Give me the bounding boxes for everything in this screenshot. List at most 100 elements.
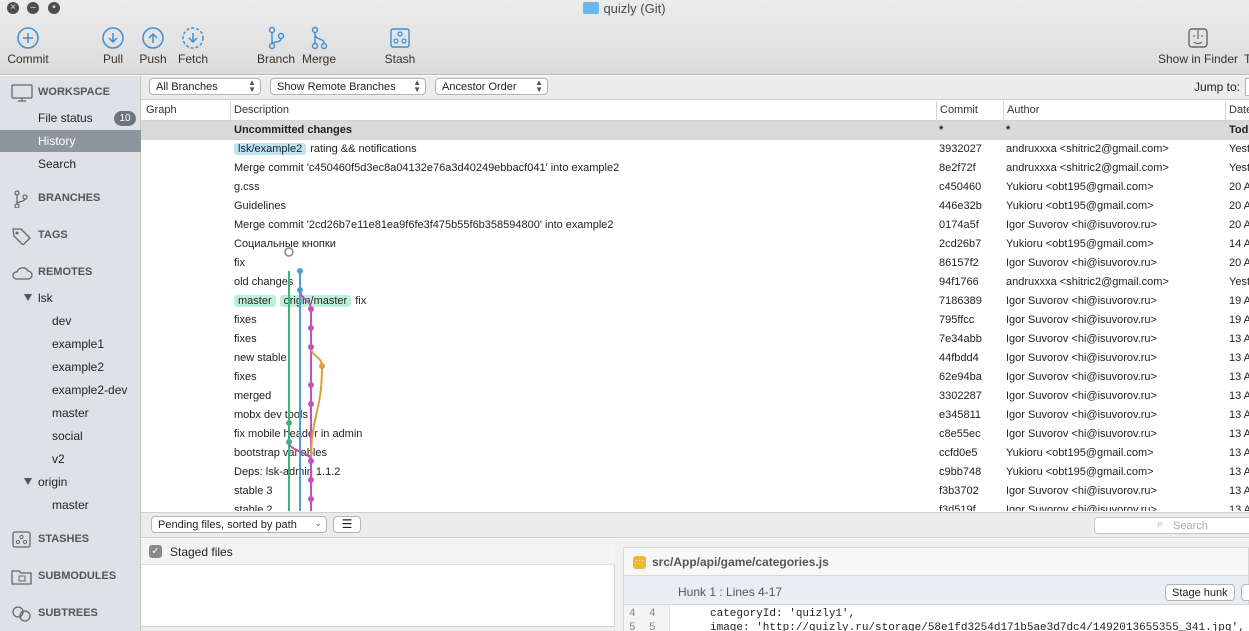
commit-hash: 446e32b [939, 200, 982, 212]
commit-button[interactable]: Commit [6, 26, 50, 66]
commit-node[interactable] [286, 439, 292, 445]
disclosure-triangle-icon[interactable] [24, 294, 32, 301]
remote-branches-select[interactable]: Show Remote Branches ▲ ▼ [270, 78, 426, 95]
commit-node[interactable] [284, 247, 294, 257]
commit-node[interactable] [308, 401, 314, 407]
commit-date: 13 A [1229, 504, 1249, 511]
sidebar-section-stashes[interactable]: STASHES [0, 529, 141, 551]
commit-description: fixes [234, 314, 257, 326]
column-divider[interactable] [230, 101, 231, 121]
sidebar-remote-origin[interactable]: origin [0, 471, 141, 493]
branch-icon [268, 26, 285, 50]
sidebar-section-branches[interactable]: BRANCHES [0, 188, 141, 210]
commit-node[interactable] [308, 382, 314, 388]
sidebar-section-tags[interactable]: TAGS [0, 225, 141, 247]
stage-hunk-button[interactable]: Stage hunk [1165, 584, 1235, 601]
branch-button[interactable]: Branch [256, 26, 296, 66]
sidebar-remote-branch[interactable]: example2-dev [0, 379, 141, 401]
commit-node[interactable] [308, 325, 314, 331]
column-author[interactable]: Author [1007, 104, 1039, 116]
sidebar-section-subtrees[interactable]: SUBTREES [0, 603, 141, 625]
push-button[interactable]: Push [137, 26, 169, 66]
terminal-button[interactable]: T [1244, 26, 1249, 66]
stash-button[interactable]: Stash [382, 26, 418, 66]
commit-node[interactable] [308, 477, 314, 483]
fetch-icon [182, 27, 204, 49]
commit-node[interactable] [308, 458, 314, 464]
column-commit[interactable]: Commit [940, 104, 978, 116]
commit-author: Yukioru <obt195@gmail.com> [1006, 200, 1154, 212]
sidebar-remote-branch[interactable]: example2 [0, 356, 141, 378]
sidebar-remote-branch[interactable]: dev [0, 310, 141, 332]
jump-to-input[interactable] [1245, 78, 1249, 96]
branch-filter-select[interactable]: All Branches ▲ ▼ [149, 78, 261, 95]
unstaged-divider[interactable] [141, 626, 615, 631]
commit-row[interactable]: Merge commit '2cd26b7e11e81ea9f6fe3f475b… [141, 216, 1249, 235]
commit-node[interactable] [308, 306, 314, 312]
sidebar-remote-branch[interactable]: example1 [0, 333, 141, 355]
file-modified-icon: ··· [633, 556, 646, 569]
commit-description: g.css [234, 181, 260, 193]
disclosure-triangle-icon[interactable] [24, 478, 32, 485]
commit-row[interactable]: g.css c450460 Yukioru <obt195@gmail.com> 20… [141, 178, 1249, 197]
sidebar-item-history[interactable]: History [0, 130, 141, 152]
column-graph[interactable]: Graph [146, 104, 177, 116]
discard-hunk-button[interactable] [1241, 584, 1249, 601]
order-select[interactable]: Ancestor Order ▲ ▼ [435, 78, 548, 95]
column-divider[interactable] [1225, 101, 1226, 121]
sidebar-section-workspace[interactable]: WORKSPACE [0, 82, 141, 104]
updown-arrow-icon: ▲ ▼ [413, 78, 421, 94]
commit-hash: 86157f2 [939, 257, 979, 269]
commit-author: Igor Suvorov <hi@isuvorov.ru> [1006, 257, 1157, 269]
commit-row[interactable]: Merge commit 'c450460f5d3ec8a04132e76a3d… [141, 159, 1249, 178]
commit-hash: ccfd0e5 [939, 447, 978, 459]
commit-date: 14 A [1229, 238, 1249, 250]
sidebar-section-remotes[interactable]: REMOTES [0, 262, 141, 284]
sidebar-remote-branch[interactable]: master [0, 494, 141, 516]
commit-node[interactable] [308, 496, 314, 502]
branch-icon [14, 190, 28, 208]
sidebar-remote-branch[interactable]: social [0, 425, 141, 447]
commit-node[interactable] [308, 344, 314, 350]
commit-node[interactable] [297, 268, 303, 274]
code-line: image: 'http://quizly.ru/storage/58e1fd3… [710, 622, 1245, 631]
branch-label[interactable]: master [234, 295, 276, 307]
graph-merge-line [310, 365, 323, 462]
sidebar-item-search[interactable]: Search [0, 153, 141, 175]
commit-author: Igor Suvorov <hi@isuvorov.ru> [1006, 219, 1157, 231]
list-view-button[interactable]: ☰ [333, 516, 361, 533]
graph-merge-line [299, 289, 312, 310]
show-in-finder-button[interactable]: Show in Finder [1157, 26, 1239, 66]
column-divider[interactable] [936, 101, 937, 121]
stash-icon [390, 28, 410, 48]
commit-date: 13 A [1229, 409, 1249, 421]
pending-sort-select[interactable]: Pending files, sorted by path ⌄ [151, 516, 327, 533]
commit-node[interactable] [286, 420, 292, 426]
commit-node[interactable] [297, 287, 303, 293]
sidebar-item-file-status[interactable]: File status 10 [0, 107, 141, 129]
commit-row[interactable]: lsk/example2 rating && notifications 39320… [141, 140, 1249, 159]
pull-button[interactable]: Pull [98, 26, 128, 66]
sidebar-remote-lsk[interactable]: lsk [0, 287, 141, 309]
fetch-button[interactable]: Fetch [176, 26, 210, 66]
uncommitted-changes-row[interactable]: Uncommitted changes * * Tod [141, 121, 1249, 140]
branch-label[interactable]: lsk/example2 [234, 143, 307, 155]
commit-node[interactable] [319, 363, 325, 369]
sidebar-remote-branch[interactable]: master [0, 402, 141, 424]
history-filter-bar: All Branches ▲ ▼ Show Remote Branches ▲ ▼ … [141, 76, 1249, 100]
staged-files-checkbox[interactable]: ✓ [149, 545, 162, 558]
sidebar-section-submodules[interactable]: SUBMODULES [0, 566, 141, 588]
pull-icon [102, 27, 124, 49]
sidebar-remote-branch[interactable]: v2 [0, 448, 141, 470]
commit-row[interactable]: Guidelines 446e32b Yukioru <obt195@gmail.c… [141, 197, 1249, 216]
commit-hash: c8e55ec [939, 428, 981, 440]
column-description[interactable]: Description [234, 104, 289, 116]
staged-files-header: ✓ Staged files [141, 539, 615, 565]
column-divider[interactable] [1003, 101, 1004, 121]
pending-search-input[interactable]: ⌕ Search [1094, 517, 1249, 534]
commit-author: Igor Suvorov <hi@isuvorov.ru> [1006, 371, 1157, 383]
commit-description: fixes [234, 333, 257, 345]
commit-author: Igor Suvorov <hi@isuvorov.ru> [1006, 428, 1157, 440]
column-date[interactable]: Date [1229, 104, 1249, 116]
merge-button[interactable]: Merge [300, 26, 338, 66]
